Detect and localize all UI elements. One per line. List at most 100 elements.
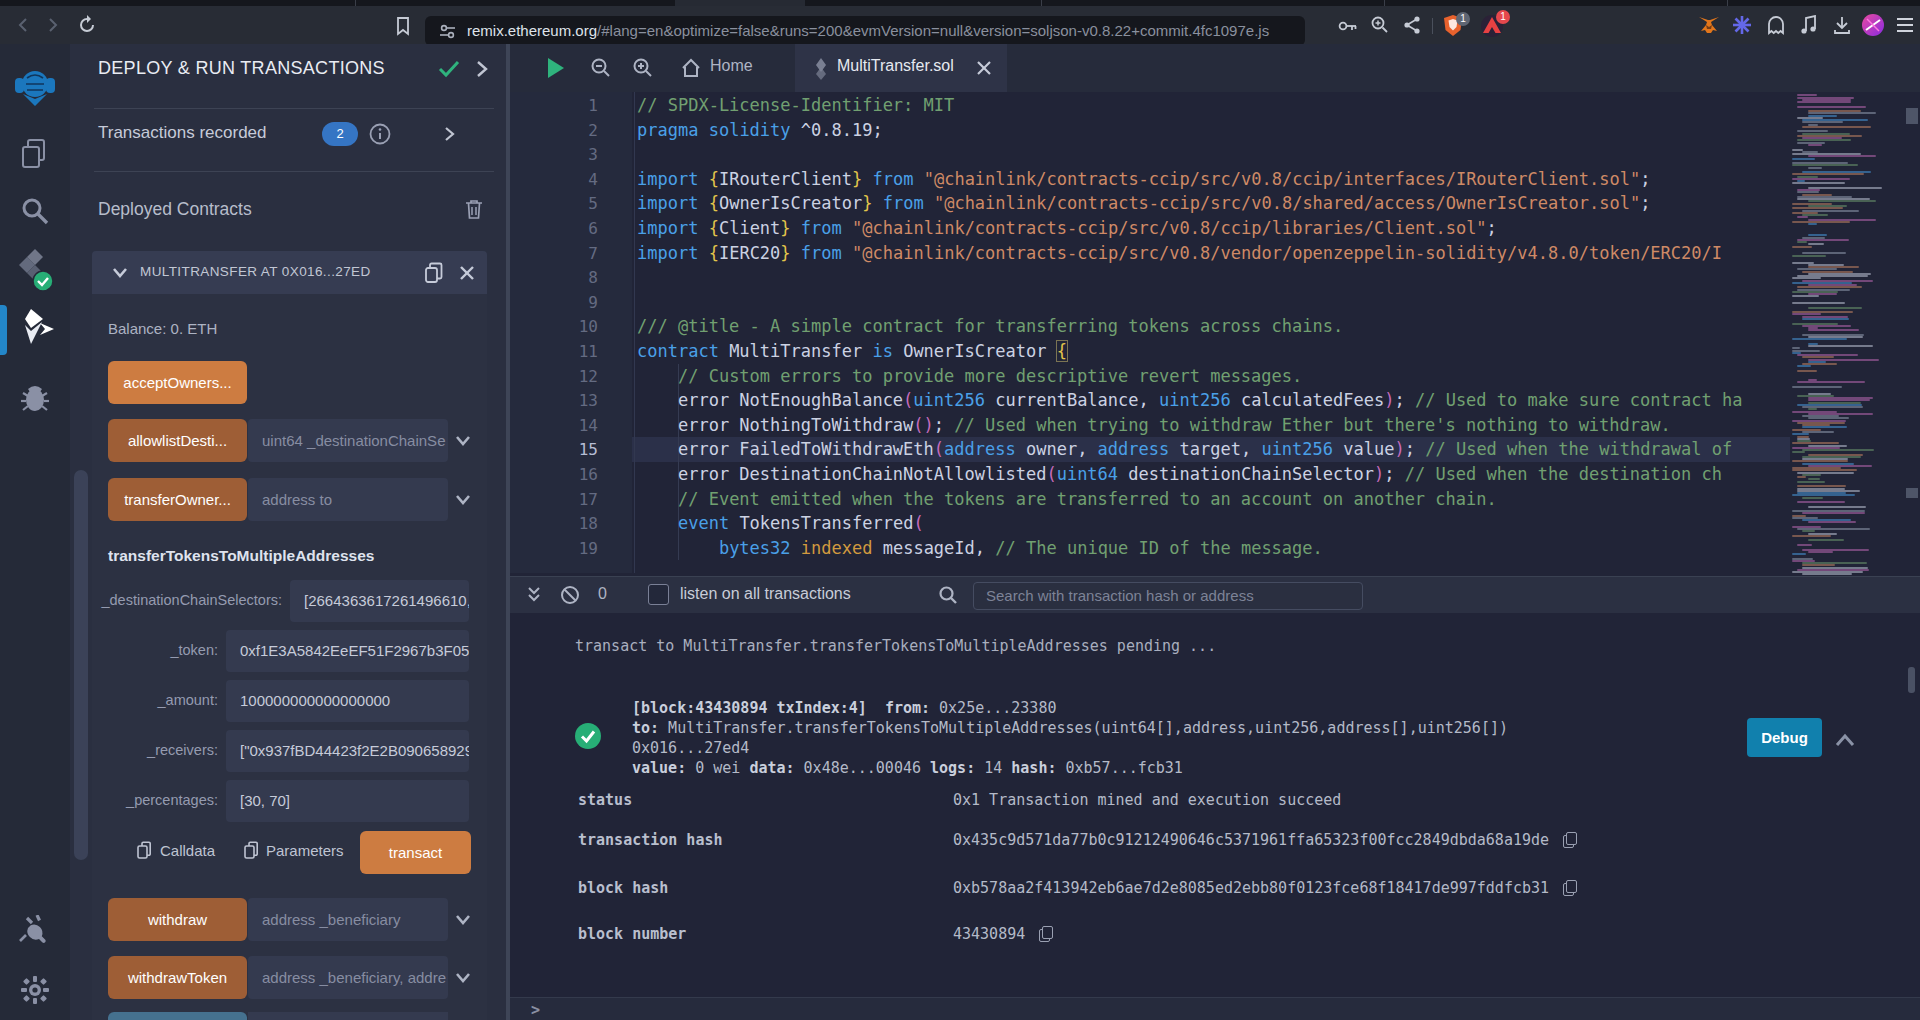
minimap-line [1808, 539, 1844, 541]
line-number: 14 [510, 416, 598, 435]
expand-fn-chevron[interactable] [455, 972, 471, 983]
line-number: 6 [510, 219, 598, 238]
terminal-search-input[interactable]: Search with transaction hash or address [973, 582, 1363, 610]
minimap-line [1797, 101, 1851, 103]
line-number: 3 [510, 145, 598, 164]
bookmark-icon[interactable] [394, 16, 412, 36]
back-button[interactable] [14, 15, 34, 35]
phantom-icon[interactable] [1766, 15, 1786, 35]
terminal-scrollbar-thumb[interactable] [1908, 667, 1915, 693]
minimap-line [1792, 207, 1843, 209]
copy-calldata-icon[interactable] [137, 841, 153, 859]
zoom-in-icon[interactable] [632, 57, 654, 79]
copy-contract-icon[interactable] [424, 262, 444, 284]
fn-input[interactable]: uint64 _destinationChainSe [248, 419, 448, 462]
expand-fn-chevron[interactable] [455, 914, 471, 925]
minimap-line [1792, 535, 1831, 537]
clear-console-icon[interactable] [560, 585, 580, 605]
listen-checkbox[interactable] [648, 584, 669, 605]
search-icon[interactable] [20, 196, 50, 226]
file-explorer-icon[interactable] [20, 138, 50, 170]
minimap-line [1802, 497, 1823, 499]
remix-logo[interactable] [13, 64, 57, 108]
panel-resizer[interactable] [506, 44, 510, 1020]
info-icon[interactable] [369, 123, 391, 145]
plugin-manager-icon[interactable] [18, 915, 52, 949]
deploy-run-icon[interactable] [16, 308, 56, 346]
collapse-tx-chevron[interactable] [1835, 733, 1855, 747]
panel-scrollbar[interactable] [74, 470, 88, 860]
minimap[interactable] [1792, 92, 1900, 582]
profile-avatar[interactable] [1862, 14, 1884, 36]
fn-input[interactable]: address _beneficiary, addre [248, 956, 448, 999]
code-line: error NotEnoughBalance(uint256 currentBa… [637, 388, 1742, 413]
forward-button[interactable] [42, 15, 62, 35]
compile-success-badge [32, 270, 54, 292]
debugger-icon[interactable] [19, 381, 51, 415]
partial-button[interactable] [108, 1012, 247, 1020]
calldata-label[interactable]: Calldata [160, 842, 215, 859]
code-line: contract MultiTransfer is OwnerIsCreator… [637, 339, 1067, 364]
param-label: _percentages: [92, 792, 218, 808]
fn-button-withdraw[interactable]: withdraw [108, 898, 247, 941]
param-label: _token: [92, 642, 218, 658]
active-file-tab[interactable]: MultiTransfer.sol [795, 44, 1007, 92]
param-input-destinationChainSelectors[interactable]: [2664363617261496610, 125326095838629165… [290, 580, 469, 622]
tx-recorded-chevron[interactable] [444, 126, 455, 142]
close-tab-icon[interactable] [977, 61, 991, 75]
extension-blue-icon[interactable] [1732, 15, 1752, 35]
expand-fn-chevron[interactable] [455, 494, 471, 505]
acceptownership-button[interactable]: acceptOwners... [108, 361, 247, 404]
divider [94, 108, 494, 109]
share-icon[interactable] [1402, 15, 1422, 35]
copy-value-icon[interactable] [1563, 832, 1576, 847]
home-tab[interactable]: Home [710, 57, 753, 75]
copy-parameters-icon[interactable] [244, 841, 260, 859]
editor-scrollbar-thumb[interactable] [1906, 108, 1918, 124]
fn-button-allowlistDesti[interactable]: allowlistDesti... [108, 419, 247, 462]
param-input-percentages[interactable]: [30, 70] [226, 780, 469, 822]
panel-expand-chevron[interactable] [476, 60, 488, 78]
remix-icon-rail [0, 44, 70, 1020]
music-note-icon[interactable] [1800, 15, 1818, 35]
site-permissions-icon[interactable] [439, 23, 456, 40]
parameters-label[interactable]: Parameters [266, 842, 344, 859]
collapse-chevron-icon[interactable] [112, 267, 128, 278]
close-contract-icon[interactable] [460, 266, 474, 280]
download-icon[interactable] [1832, 15, 1852, 35]
line-number: 17 [510, 490, 598, 509]
param-input-token[interactable]: 0xf1E3A5842EeEF51F2967b3F05D45DD4f4205FF… [226, 630, 469, 672]
menu-icon[interactable] [1896, 17, 1914, 33]
debug-button[interactable]: Debug [1747, 718, 1822, 757]
code-line: import {OwnerIsCreator} from "@chainlink… [637, 191, 1650, 216]
terminal-collapse-icon[interactable] [526, 586, 542, 604]
transact-button[interactable]: transact [360, 831, 471, 874]
shield-badge: 1 [1456, 12, 1470, 26]
fn-button-withdrawToken[interactable]: withdrawToken [108, 956, 247, 999]
tx-detail-value: 0xb578aa2f413942eb6ae7d2e8085ed2ebb80f01… [953, 878, 1549, 898]
metamask-icon[interactable] [1698, 15, 1720, 35]
terminal-toolbar: 0 listen on all transactions Search with… [510, 576, 1920, 613]
tx-detail-label: block hash [578, 878, 668, 898]
param-input-receivers[interactable]: ["0x937fBD44423f2E2B090658929EB4878885Df… [226, 730, 469, 772]
zoom-page-icon[interactable] [1370, 15, 1390, 35]
key-icon[interactable] [1338, 17, 1358, 35]
run-script-icon[interactable] [545, 56, 567, 80]
zoom-out-icon[interactable] [590, 57, 612, 79]
terminal-prompt-row[interactable]: > [510, 997, 1920, 1020]
copy-value-icon[interactable] [1039, 926, 1052, 941]
minimap-line [1808, 144, 1822, 146]
fn-button-transferOwner[interactable]: transferOwner... [108, 478, 247, 521]
fn-input[interactable]: address _beneficiary [248, 898, 448, 941]
param-input-amount[interactable]: 100000000000000000 [226, 680, 469, 722]
contract-card-header[interactable]: MULTITRANSFER AT 0X016...27ED [92, 251, 487, 294]
trash-icon[interactable] [465, 199, 483, 220]
copy-value-icon[interactable] [1563, 880, 1576, 895]
minimap-line [1792, 295, 1819, 297]
expand-fn-chevron[interactable] [455, 435, 471, 446]
settings-gear-icon[interactable] [20, 975, 50, 1005]
fn-input[interactable]: address to [248, 478, 448, 521]
url-bar[interactable]: remix.ethereum.org/#lang=en&optimize=fal… [425, 16, 1305, 46]
home-icon[interactable] [680, 57, 702, 79]
reload-button[interactable] [76, 14, 98, 36]
